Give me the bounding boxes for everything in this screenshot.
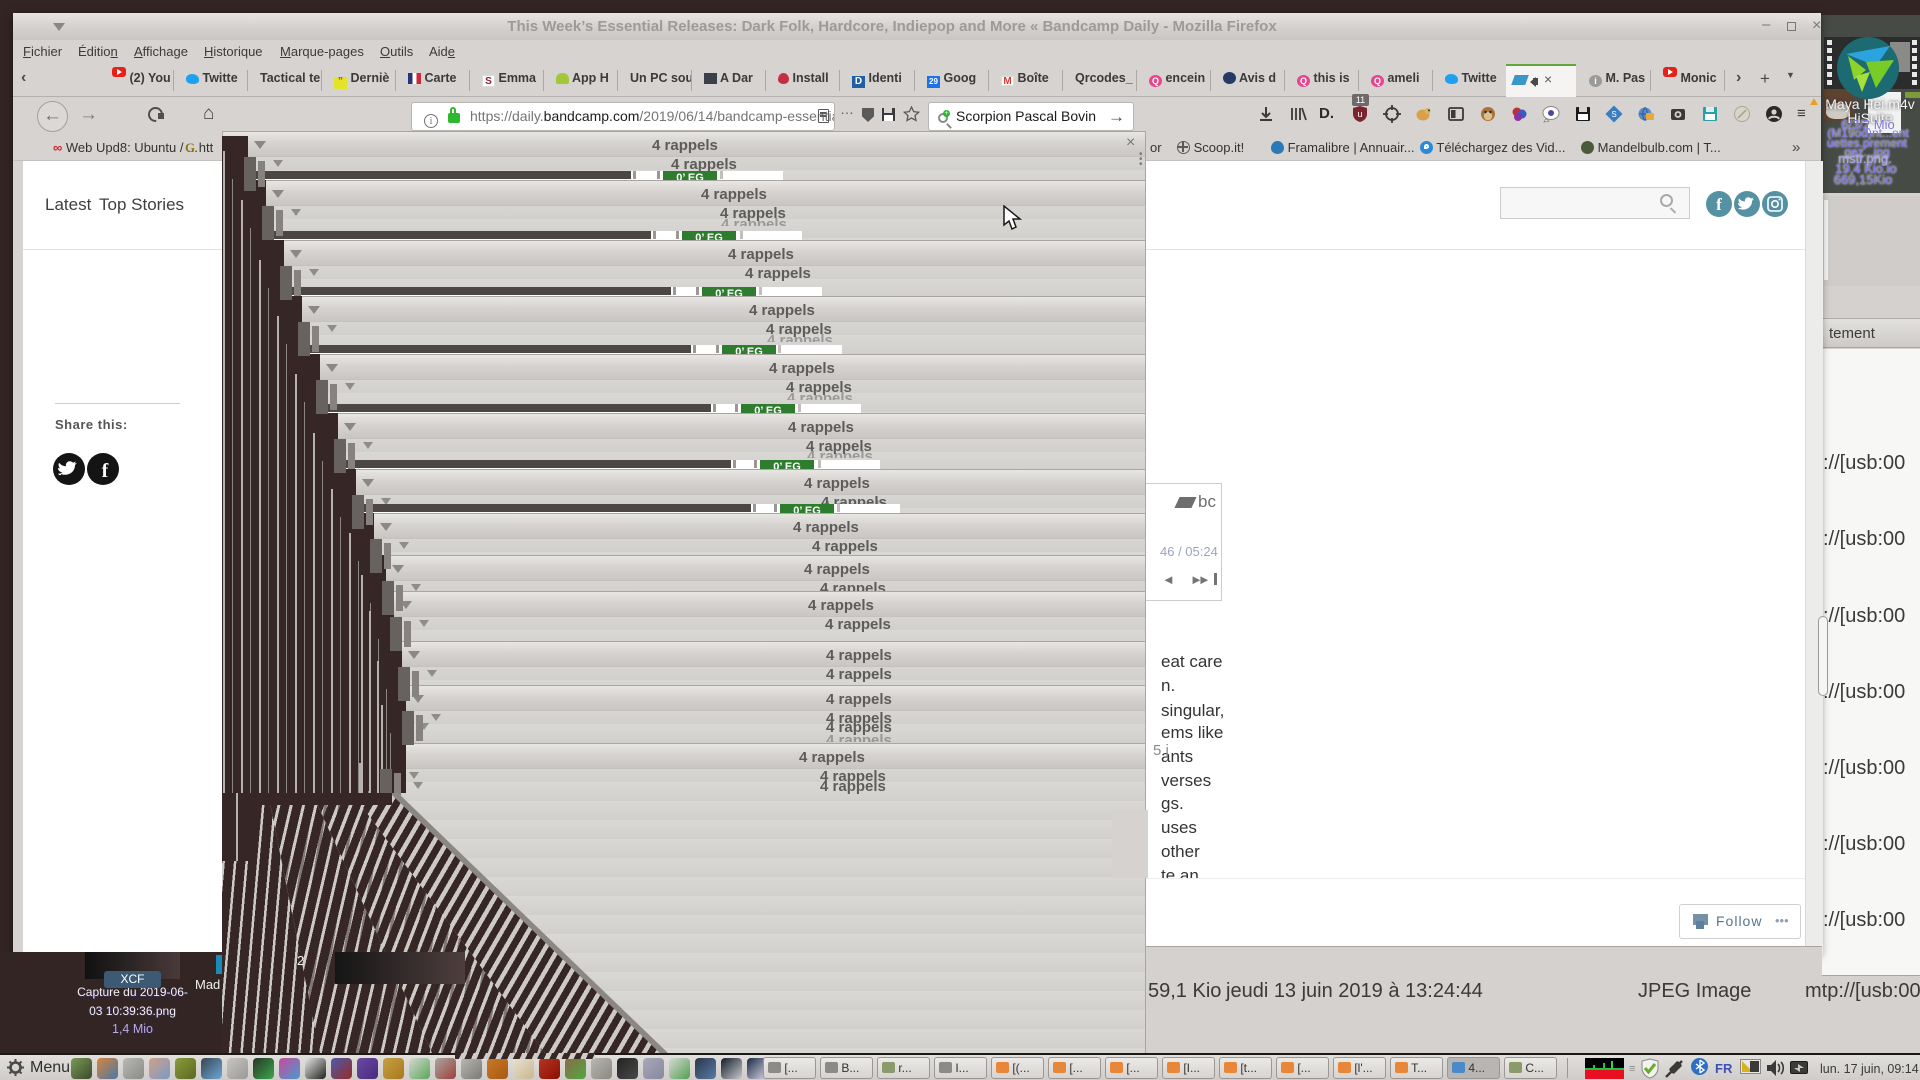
svg-text:f: f — [102, 460, 109, 482]
svg-text:u: u — [1357, 109, 1362, 119]
svg-text:S: S — [1611, 110, 1616, 119]
svg-text:f: f — [1716, 195, 1722, 214]
